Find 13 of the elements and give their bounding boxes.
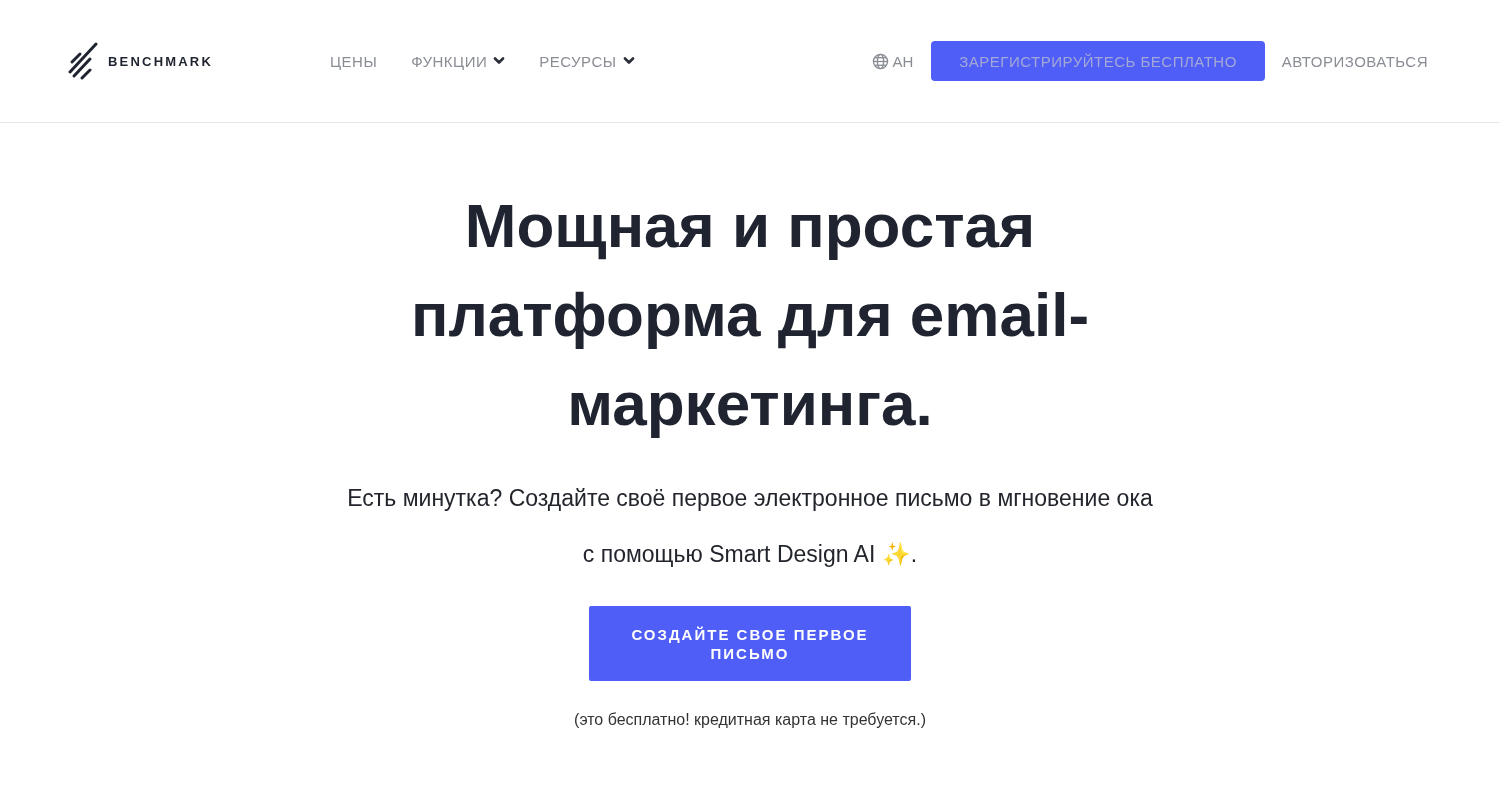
logo-wordmark: BENCHMARK bbox=[108, 53, 214, 69]
logo-icon bbox=[68, 42, 98, 80]
globe-icon bbox=[872, 52, 890, 70]
login-link[interactable]: АВТОРИЗОВАТЬСЯ bbox=[1281, 52, 1428, 70]
nav-link[interactable]: РЕСУРСЫ bbox=[539, 52, 635, 70]
language-label[interactable]: АН bbox=[892, 52, 914, 70]
create-email-button[interactable]: СОЗДАЙТЕ СВОЕ ПЕРВОЕ ПИСЬМО bbox=[589, 606, 911, 681]
hero-subtitle: Есть минутка? Создайте своё первое электронное письмо в мгновение ока с помощью Smart Design AI ✨. bbox=[347, 484, 1153, 569]
nav-link[interactable]: ФУНКЦИИ bbox=[411, 52, 506, 70]
signup-button[interactable]: ЗАРЕГИСТРИРУЙТЕСЬ БЕСПЛАТНО bbox=[931, 41, 1265, 81]
hero-heading: Мощная и простая платформа для email-маркетинга. bbox=[409, 190, 1091, 440]
free-note: (это бесплатно! кредитная карта не требуется.) bbox=[574, 711, 926, 729]
nav-link[interactable]: ЦЕНЫ bbox=[330, 52, 378, 70]
